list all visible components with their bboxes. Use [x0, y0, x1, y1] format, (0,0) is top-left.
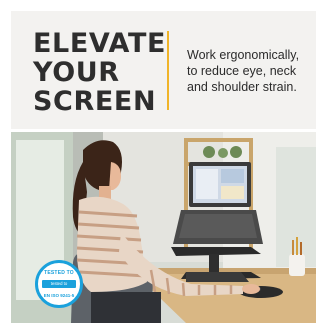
- subtext-line-1: Work ergonomically,: [187, 48, 300, 62]
- badge-bottom-text: EN ISO 9241-5: [43, 293, 75, 298]
- subtext: Work ergonomically, to reduce eye, neck …: [187, 47, 319, 95]
- subtext-line-3: and shoulder strain.: [187, 80, 297, 94]
- badge-top-text: TESTED TO: [44, 270, 74, 276]
- headline-line-1: ELEVATE: [33, 28, 167, 59]
- subtext-line-2: to reduce eye, neck: [187, 64, 297, 78]
- headline-line-3: SCREEN: [33, 86, 157, 117]
- badge-middle-text: tested to international: [42, 280, 76, 294]
- header-panel: ELEVATE YOUR SCREEN Work ergonomically, …: [11, 11, 316, 129]
- headline: ELEVATE YOUR SCREEN: [33, 29, 166, 116]
- iso-certification-badge: TESTED TO tested to international EN ISO…: [35, 260, 83, 308]
- ad-banner: ELEVATE YOUR SCREEN Work ergonomically, …: [0, 0, 320, 323]
- accent-divider: [167, 31, 169, 110]
- headline-line-2: YOUR: [33, 57, 120, 88]
